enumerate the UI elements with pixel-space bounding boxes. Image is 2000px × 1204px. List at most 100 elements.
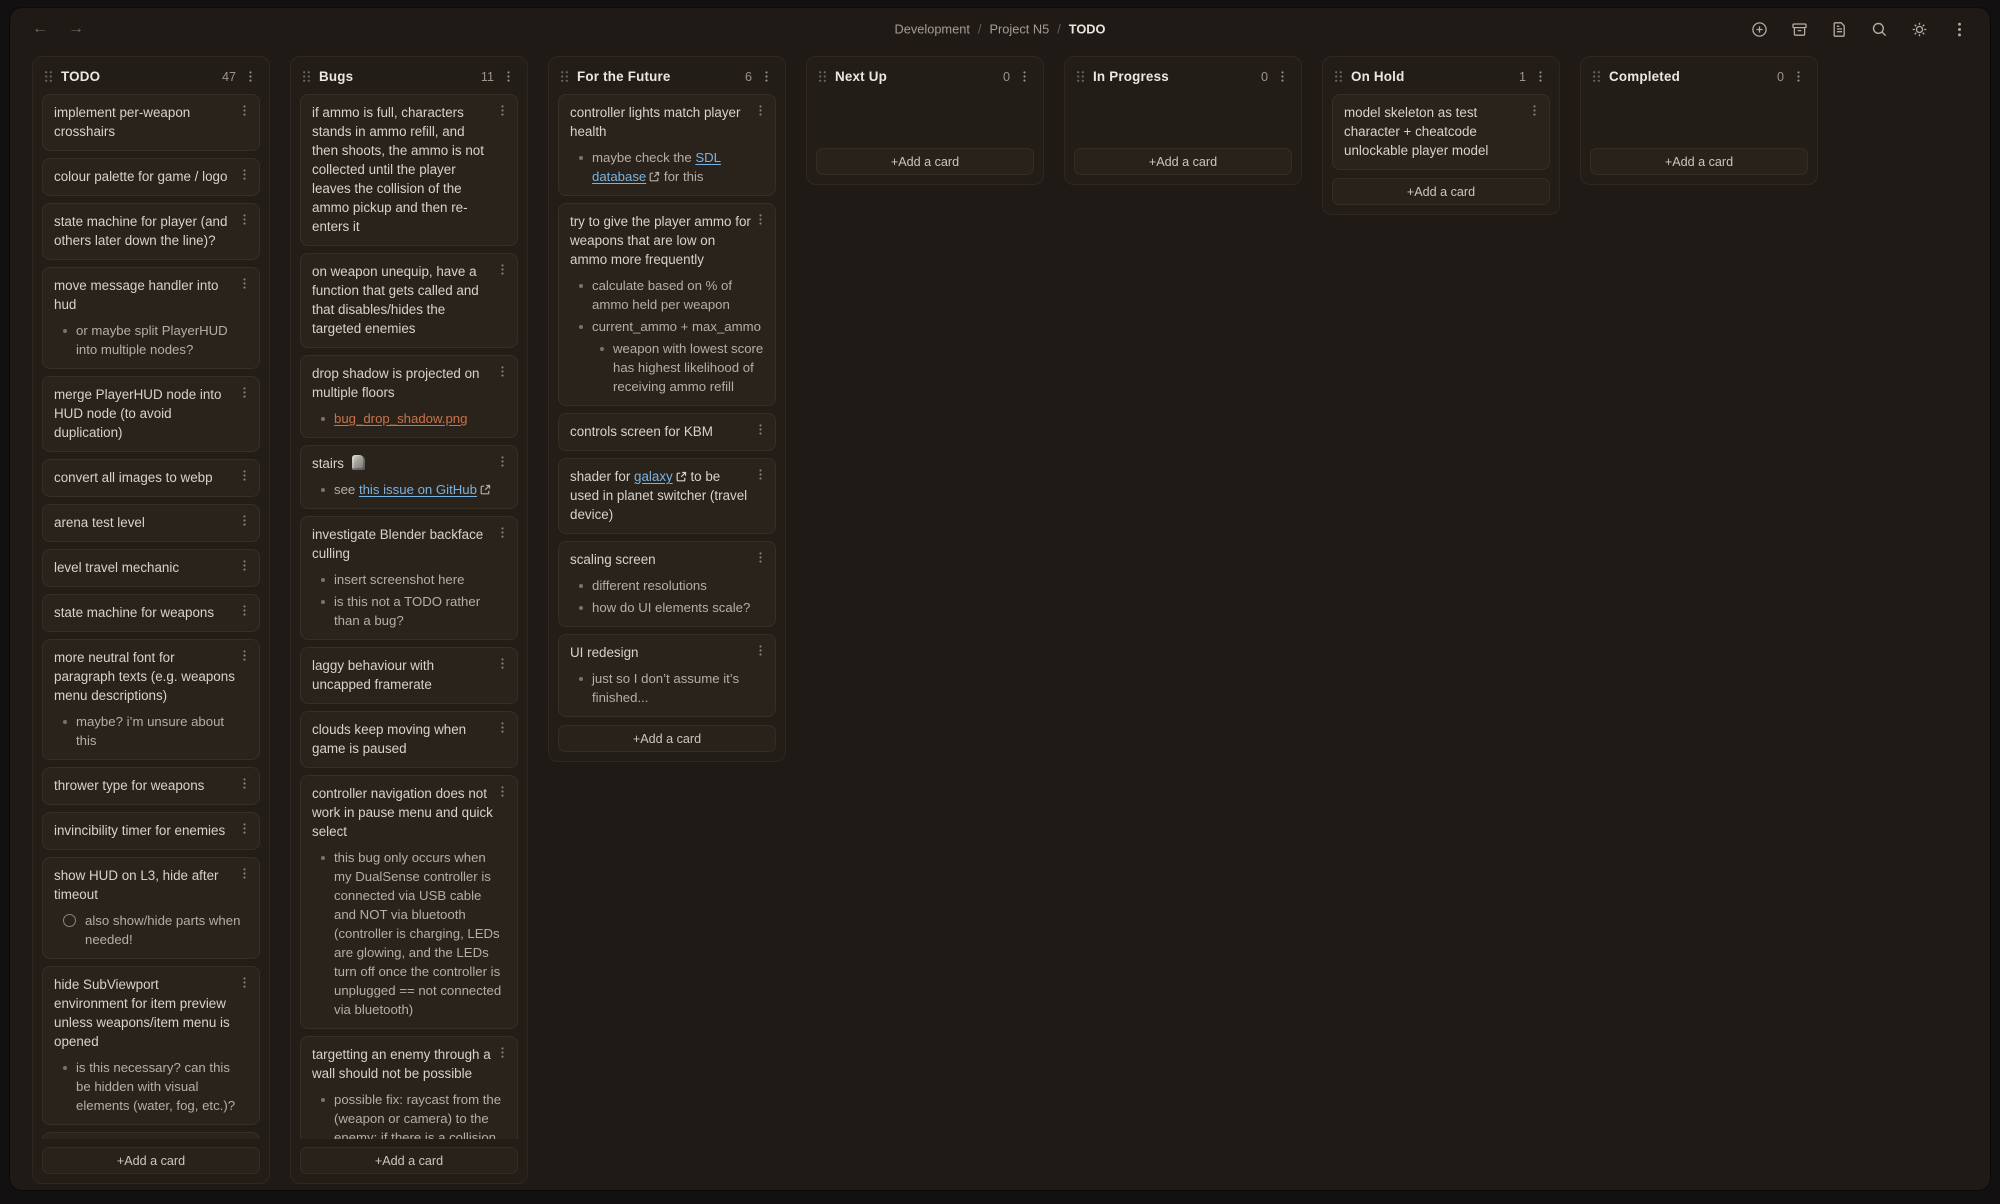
card[interactable]: controls screen for KBM: [558, 413, 776, 451]
add-card-button[interactable]: +Add a card: [1590, 148, 1808, 175]
card[interactable]: show HUD on L3, hide after timeoutalso s…: [42, 857, 260, 959]
settings-icon[interactable]: [1910, 20, 1928, 38]
card-menu-icon[interactable]: [238, 976, 251, 989]
more-icon[interactable]: [1950, 20, 1968, 38]
card[interactable]: try to give the player ammo for weapons …: [558, 203, 776, 406]
card-menu-icon[interactable]: [496, 721, 509, 734]
card[interactable]: more neutral font for paragraph texts (e…: [42, 639, 260, 760]
card[interactable]: colour palette for game / logo: [42, 158, 260, 196]
card[interactable]: implement per-weapon crosshairs: [42, 94, 260, 151]
card-list: [1074, 94, 1292, 140]
card[interactable]: level travel mechanic: [42, 549, 260, 587]
column-menu-icon[interactable]: [502, 70, 515, 83]
drag-handle-icon[interactable]: [302, 70, 311, 83]
document-icon[interactable]: [1830, 20, 1848, 38]
card[interactable]: shader for galaxy to be used in planet s…: [558, 458, 776, 534]
card-menu-icon[interactable]: [496, 1046, 509, 1059]
card-menu-icon[interactable]: [496, 104, 509, 117]
column-menu-icon[interactable]: [1792, 70, 1805, 83]
card[interactable]: thrower type for weapons: [42, 767, 260, 805]
card-menu-icon[interactable]: [238, 514, 251, 527]
add-card-button[interactable]: +Add a card: [42, 1147, 260, 1174]
card[interactable]: clouds keep moving when game is paused: [300, 711, 518, 768]
link-galaxy[interactable]: galaxy: [634, 469, 673, 484]
card[interactable]: state machine for weapons: [42, 594, 260, 632]
card-menu-icon[interactable]: [238, 168, 251, 181]
add-card-button[interactable]: +Add a card: [816, 148, 1034, 175]
link-this-issue-on-github[interactable]: this issue on GitHub: [359, 482, 477, 497]
card[interactable]: drop shadow is projected on multiple flo…: [300, 355, 518, 438]
card[interactable]: if ammo is full, characters stands in am…: [300, 94, 518, 246]
card-menu-icon[interactable]: [238, 469, 251, 482]
card[interactable]: convert all images to webp: [42, 459, 260, 497]
card-menu-icon[interactable]: [238, 386, 251, 399]
drag-handle-icon[interactable]: [818, 70, 827, 83]
archive-icon[interactable]: [1790, 20, 1808, 38]
card-menu-icon[interactable]: [754, 104, 767, 117]
card-menu-icon[interactable]: [496, 526, 509, 539]
card-menu-icon[interactable]: [238, 604, 251, 617]
link-bug-drop-shadow-png[interactable]: bug_drop_shadow.png: [334, 411, 467, 426]
card-menu-icon[interactable]: [754, 468, 767, 481]
card-menu-icon[interactable]: [754, 644, 767, 657]
column-menu-icon[interactable]: [1534, 70, 1547, 83]
card[interactable]: hide SubViewport environment for item pr…: [42, 966, 260, 1125]
card-menu-icon[interactable]: [238, 777, 251, 790]
drag-handle-icon[interactable]: [1592, 70, 1601, 83]
add-card-button[interactable]: +Add a card: [558, 725, 776, 752]
card[interactable]: invincibility timer for enemies: [42, 812, 260, 850]
drag-handle-icon[interactable]: [1334, 70, 1343, 83]
card[interactable]: investigate Blender backface cullinginse…: [300, 516, 518, 640]
card[interactable]: stairs see this issue on GitHub: [300, 445, 518, 509]
card-menu-icon[interactable]: [238, 867, 251, 880]
column-menu-icon[interactable]: [1018, 70, 1031, 83]
column-menu-icon[interactable]: [1276, 70, 1289, 83]
card[interactable]: model skeleton as test character + cheat…: [1332, 94, 1550, 170]
card-menu-icon[interactable]: [496, 785, 509, 798]
card-menu-icon[interactable]: [754, 213, 767, 226]
card[interactable]: scaling screendifferent resolutionshow d…: [558, 541, 776, 627]
breadcrumb-item-project-n5[interactable]: Project N5: [989, 22, 1049, 37]
card[interactable]: UI redesignjust so I don’t assume it’s f…: [558, 634, 776, 717]
drag-handle-icon[interactable]: [44, 70, 53, 83]
card[interactable]: learn about styling projectileslook at I…: [42, 1132, 260, 1139]
add-card-button[interactable]: +Add a card: [1332, 178, 1550, 205]
card-menu-icon[interactable]: [238, 104, 251, 117]
card-menu-icon[interactable]: [238, 213, 251, 226]
card[interactable]: merge PlayerHUD node into HUD node (to a…: [42, 376, 260, 452]
breadcrumb-item-development[interactable]: Development: [894, 22, 969, 37]
forward-icon[interactable]: →: [68, 20, 84, 38]
card-subitems: see this issue on GitHub: [312, 480, 506, 499]
column-menu-icon[interactable]: [244, 70, 257, 83]
card-menu-icon[interactable]: [238, 559, 251, 572]
breadcrumb-item-todo: TODO: [1069, 22, 1106, 37]
text-segment: this bug only occurs when my DualSense c…: [334, 850, 501, 1017]
search-icon[interactable]: [1870, 20, 1888, 38]
card[interactable]: move message handler into hudor maybe sp…: [42, 267, 260, 369]
card-menu-icon[interactable]: [238, 822, 251, 835]
card[interactable]: state machine for player (and others lat…: [42, 203, 260, 260]
card-menu-icon[interactable]: [1528, 104, 1541, 117]
add-icon[interactable]: [1750, 20, 1768, 38]
card-menu-icon[interactable]: [754, 551, 767, 564]
add-card-button[interactable]: +Add a card: [1074, 148, 1292, 175]
card-menu-icon[interactable]: [496, 263, 509, 276]
card[interactable]: controller lights match player healthmay…: [558, 94, 776, 196]
column-menu-icon[interactable]: [760, 70, 773, 83]
card-menu-icon[interactable]: [238, 277, 251, 290]
back-icon[interactable]: ←: [32, 20, 48, 38]
card-menu-icon[interactable]: [496, 657, 509, 670]
drag-handle-icon[interactable]: [560, 70, 569, 83]
card[interactable]: arena test level: [42, 504, 260, 542]
card[interactable]: laggy behaviour with uncapped framerate: [300, 647, 518, 704]
card-menu-icon[interactable]: [496, 365, 509, 378]
card-menu-icon[interactable]: [754, 423, 767, 436]
card[interactable]: controller navigation does not work in p…: [300, 775, 518, 1029]
card-menu-icon[interactable]: [238, 649, 251, 662]
card[interactable]: on weapon unequip, have a function that …: [300, 253, 518, 348]
checkbox-circle[interactable]: [63, 914, 76, 927]
drag-handle-icon[interactable]: [1076, 70, 1085, 83]
add-card-button[interactable]: +Add a card: [300, 1147, 518, 1174]
card-menu-icon[interactable]: [496, 455, 509, 468]
card[interactable]: targetting an enemy through a wall shoul…: [300, 1036, 518, 1139]
